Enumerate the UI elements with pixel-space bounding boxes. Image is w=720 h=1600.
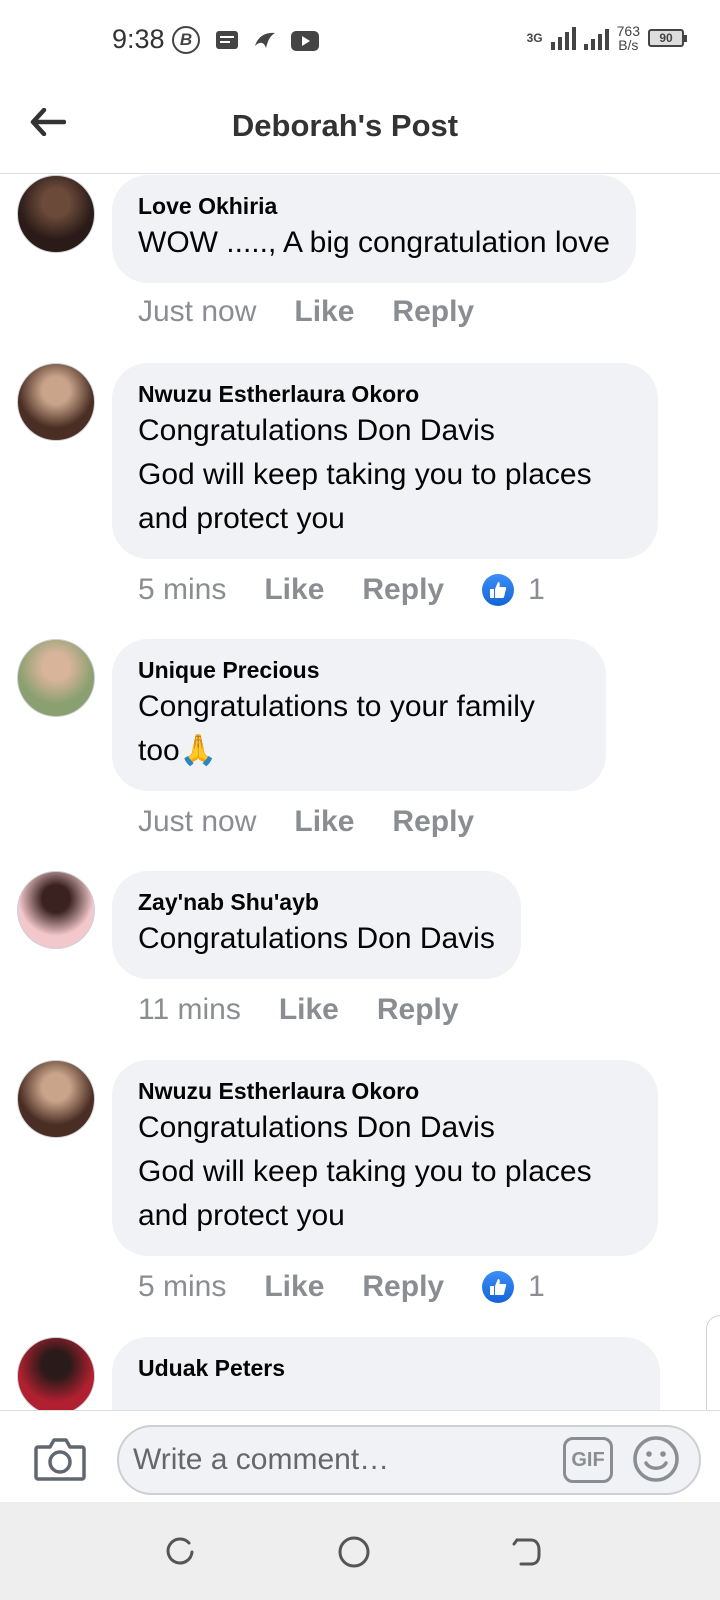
like-thumb-icon: [482, 1271, 515, 1303]
commenter-name[interactable]: Nwuzu Estherlaura Okoro: [138, 379, 632, 409]
avatar[interactable]: [17, 1060, 95, 1138]
reply-button[interactable]: Reply: [362, 1270, 444, 1304]
scroll-indicator[interactable]: [706, 1315, 720, 1410]
system-nav-bar: [0, 1502, 720, 1600]
reply-button[interactable]: Reply: [392, 805, 474, 839]
network-type: 3G: [526, 31, 543, 45]
commenter-name[interactable]: Zay'nab Shu'ayb: [138, 887, 495, 917]
bird-app-icon: [250, 26, 280, 56]
home-button[interactable]: [334, 1532, 374, 1572]
status-indicators: 3G 763 B/s 90: [526, 24, 687, 52]
commenter-name[interactable]: Nwuzu Estherlaura Okoro: [138, 1076, 632, 1106]
comment-actions: 5 mins Like Reply 1: [138, 1270, 545, 1304]
like-button[interactable]: Like: [264, 1270, 324, 1304]
reaction-count: 1: [528, 573, 545, 606]
back-icon: [512, 1538, 541, 1566]
home-icon: [338, 1536, 370, 1568]
camera-button[interactable]: [34, 1435, 86, 1481]
emoji-button[interactable]: [632, 1435, 680, 1483]
comment-actions: Just now Like Reply: [138, 805, 512, 839]
b-circle-icon: B: [172, 26, 200, 54]
like-thumb-icon: [482, 574, 515, 606]
reply-button[interactable]: Reply: [362, 573, 444, 607]
commenter-name[interactable]: Uduak Peters: [138, 1353, 634, 1383]
comment-actions: 11 mins Like Reply: [138, 993, 497, 1027]
commenter-name[interactable]: Unique Precious: [138, 655, 580, 685]
comment-time: 11 mins: [138, 993, 241, 1026]
page-title: Deborah's Post: [231, 108, 459, 143]
system-back-button[interactable]: [506, 1532, 546, 1572]
like-button[interactable]: Like: [294, 295, 354, 329]
comment-bubble[interactable]: Nwuzu Estherlaura Okoro Congratulations …: [112, 1060, 658, 1256]
comment-text: Congratulations Don Davis God will keep …: [138, 1111, 592, 1232]
like-button[interactable]: Like: [279, 993, 339, 1027]
comment-text: WOW ....., A big congratulation love: [138, 226, 610, 259]
comment-list: Love Okhiria WOW ....., A big congratula…: [0, 175, 720, 1410]
comment-time: Just now: [138, 805, 257, 838]
signal-icon-2: [583, 26, 609, 50]
like-button[interactable]: Like: [264, 573, 324, 607]
avatar[interactable]: [17, 639, 95, 717]
recent-apps-button[interactable]: [160, 1532, 200, 1572]
youtube-icon: [290, 26, 320, 56]
reply-button[interactable]: Reply: [377, 993, 459, 1027]
network-speed: 763 B/s: [617, 24, 640, 52]
signal-icon: [550, 26, 576, 50]
avatar[interactable]: [17, 363, 95, 441]
reaction-summary[interactable]: 1: [482, 573, 545, 607]
comment-input[interactable]: [117, 1425, 701, 1495]
net-speed-value: 763: [616, 23, 640, 39]
comment-bubble[interactable]: Nwuzu Estherlaura Okoro Congratulations …: [112, 363, 658, 559]
gif-button[interactable]: GIF: [563, 1437, 613, 1483]
status-time: 9:38: [112, 24, 165, 54]
comment-time: Just now: [138, 295, 257, 328]
commenter-name[interactable]: Love Okhiria: [138, 191, 610, 221]
avatar[interactable]: [17, 175, 95, 253]
reply-button[interactable]: Reply: [392, 295, 474, 329]
recent-apps-icon: [166, 1537, 194, 1565]
comment-text: Congratulations Don Davis: [138, 922, 495, 955]
comment-time: 5 mins: [138, 1270, 227, 1303]
comment-time: 5 mins: [138, 573, 227, 606]
comment-actions: Just now Like Reply: [138, 295, 512, 329]
comment-text: Congratulations Don Davis God will keep …: [138, 414, 592, 535]
net-speed-unit: B/s: [618, 37, 639, 53]
comment-bubble[interactable]: Love Okhiria WOW ....., A big congratula…: [112, 175, 636, 283]
smiley-icon: [633, 1436, 679, 1482]
post-header: Deborah's Post: [0, 80, 720, 174]
avatar[interactable]: [17, 1337, 95, 1410]
battery-level: 90: [659, 31, 673, 45]
comment-text: Congratulations to your family too🙏: [138, 690, 535, 767]
comment-composer: GIF: [0, 1410, 720, 1502]
comment-bubble[interactable]: Uduak Peters: [112, 1337, 660, 1410]
comment-bubble[interactable]: Unique Precious Congratulations to your …: [112, 639, 606, 791]
avatar[interactable]: [17, 871, 95, 949]
battery-icon: 90: [648, 29, 687, 47]
reaction-count: 1: [528, 1270, 545, 1303]
reaction-summary[interactable]: 1: [482, 1270, 545, 1304]
message-icon: [212, 26, 242, 56]
like-button[interactable]: Like: [294, 805, 354, 839]
comment-bubble[interactable]: Zay'nab Shu'ayb Congratulations Don Davi…: [112, 871, 521, 979]
camera-icon: [34, 1438, 86, 1481]
status-bar: 9:38 B 3G 763 B/s 90: [0, 0, 720, 80]
comment-actions: 5 mins Like Reply 1: [138, 573, 545, 607]
